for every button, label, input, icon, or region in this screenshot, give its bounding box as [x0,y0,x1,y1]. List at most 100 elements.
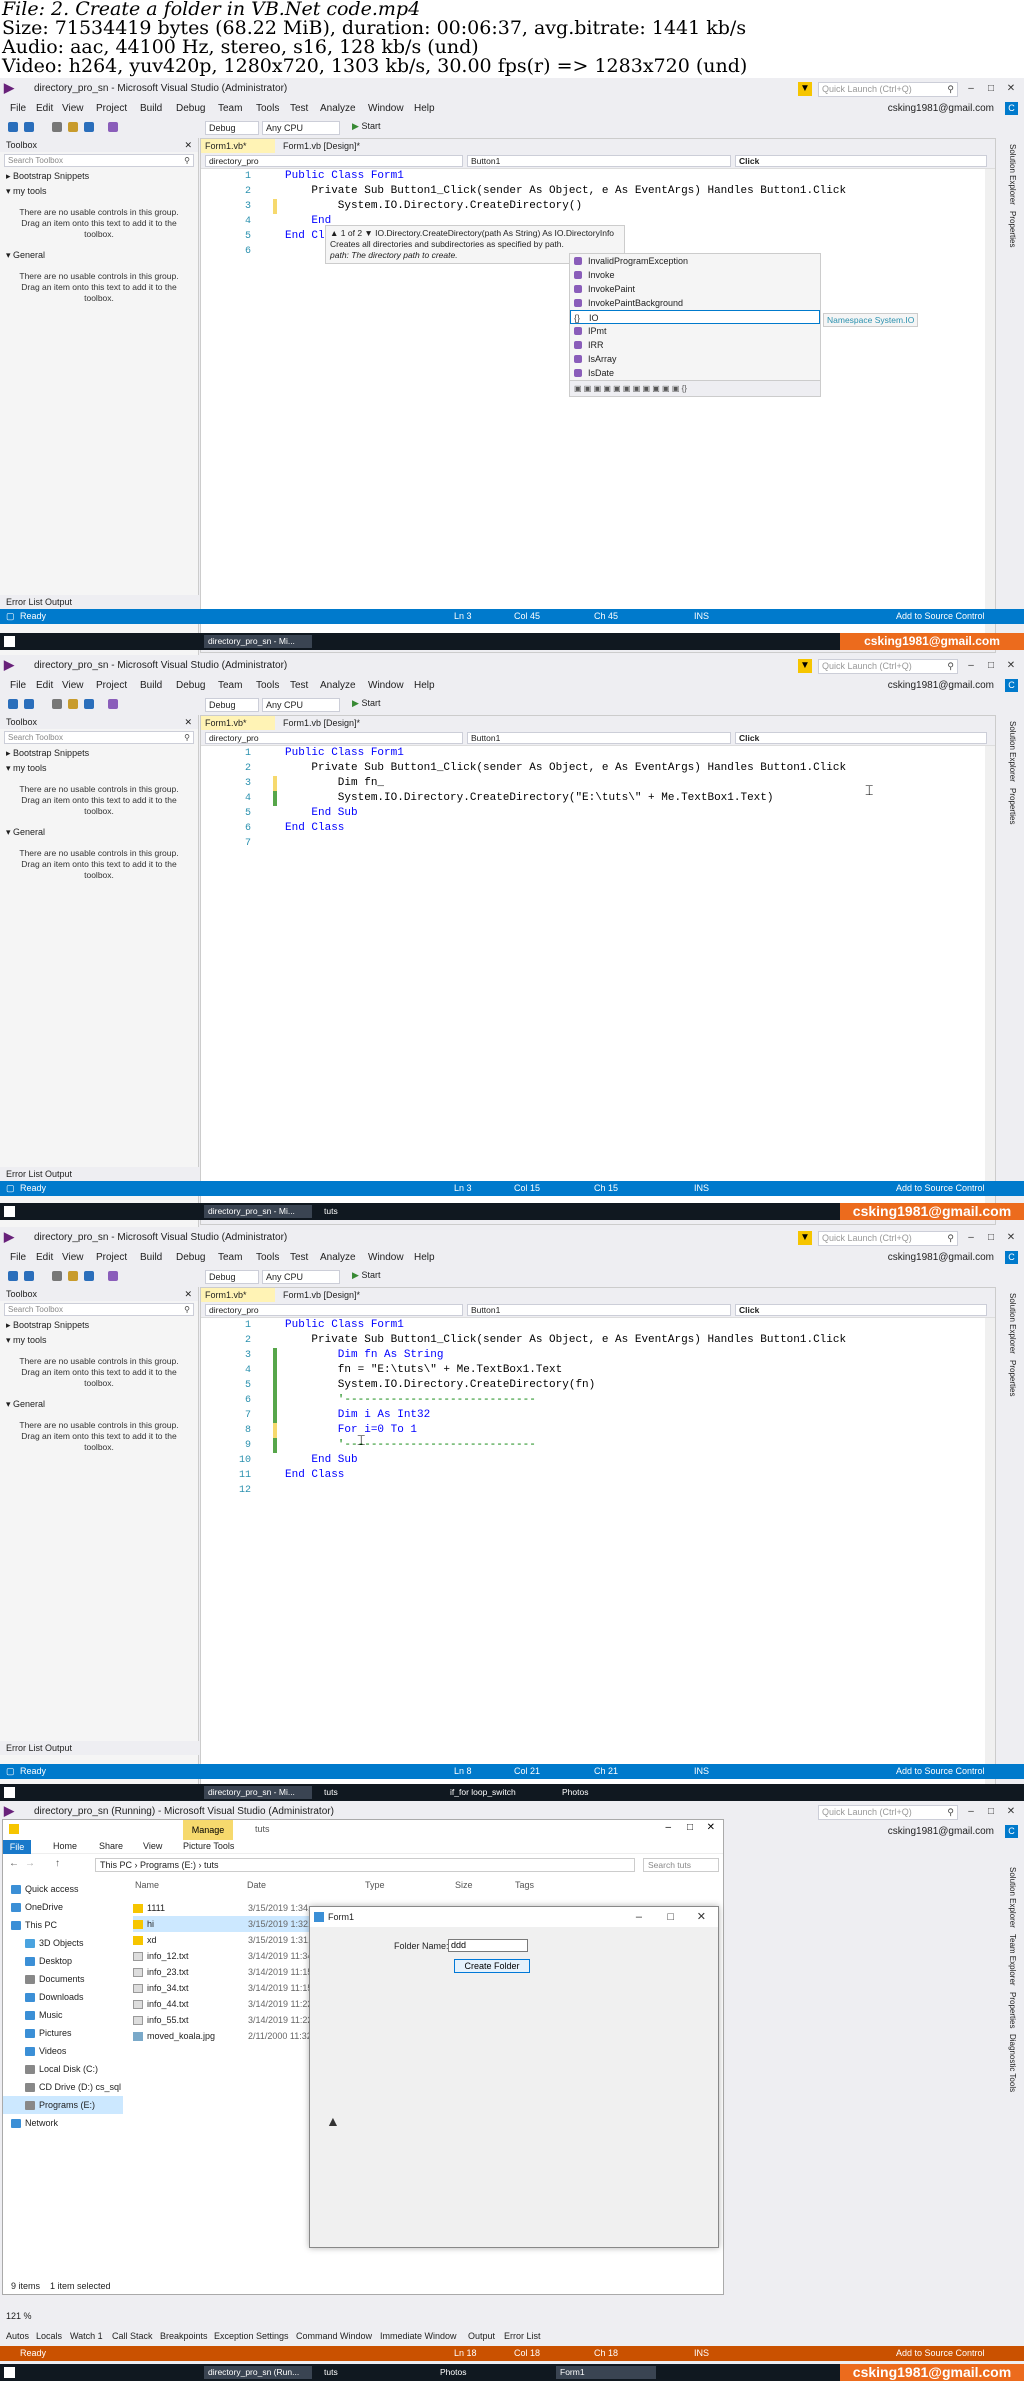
nav-quick-access[interactable]: Quick access [3,1880,123,1898]
account-name[interactable]: csking1981@gmail.com [888,1252,994,1263]
toolbox-search[interactable]: Search Toolbox ⚲ [4,1303,194,1316]
solution-explorer-tab[interactable]: Solution Explorer [1008,1293,1017,1354]
windows-start-icon[interactable] [4,1206,15,1217]
maximize-button[interactable]: □ [984,1805,998,1819]
menu-file[interactable]: File [10,680,26,691]
filter-icon[interactable]: ▼ [798,1231,812,1245]
quick-launch-input[interactable]: Quick Launch (Ctrl+Q) ⚲ [818,1230,958,1246]
solution-explorer-tab[interactable]: Solution Explorer [1008,144,1017,205]
quick-launch-input[interactable]: Quick Launch (Ctrl+Q) ⚲ [818,1804,958,1820]
minimize-button[interactable]: – [964,659,978,673]
nav-documents[interactable]: Documents [3,1970,123,1988]
nav-videos[interactable]: Videos [3,2042,123,2060]
menu-tools[interactable]: Tools [256,103,279,114]
tab-form1-vb[interactable]: Form1.vb* [201,139,275,153]
tab-form1-design[interactable]: Form1.vb [Design]* [279,139,389,153]
group-general[interactable]: ▾ General [0,825,198,840]
menu-window[interactable]: Window [368,1252,404,1263]
windows-start-icon[interactable] [4,636,15,647]
menu-view[interactable]: View [62,680,84,691]
source-control[interactable]: Add to Source Control [896,611,985,621]
menu-analyze[interactable]: Analyze [320,103,356,114]
search-input[interactable]: Search tuts [643,1858,719,1872]
tab-immediate-window[interactable]: Immediate Window [380,2329,457,2343]
group-general[interactable]: ▾ General [0,248,198,263]
properties-tab[interactable]: Properties [1008,788,1017,824]
menu-help[interactable]: Help [414,1252,435,1263]
menu-share[interactable]: Share [99,1841,123,1851]
forward-icon[interactable] [24,1271,34,1281]
filter-icon[interactable]: ▼ [798,659,812,673]
menu-debug[interactable]: Debug [176,103,205,114]
close-button[interactable]: ✕ [1004,1231,1018,1245]
tab-form1-design[interactable]: Form1.vb [Design]* [279,716,389,730]
menu-project[interactable]: Project [96,1252,127,1263]
vertical-scrollbar[interactable] [985,169,995,640]
source-control[interactable]: Add to Source Control [896,2348,985,2358]
toolbox-search[interactable]: Search Toolbox ⚲ [4,731,194,744]
create-folder-button[interactable]: Create Folder [454,1959,530,1973]
nav-onedrive[interactable]: OneDrive [3,1898,123,1916]
code-editor[interactable]: Form1.vb* Form1.vb [Design]* directory_p… [200,138,996,653]
menu-analyze[interactable]: Analyze [320,1252,356,1263]
avatar[interactable]: C [1005,102,1018,115]
manage-tab[interactable]: Manage [183,1820,233,1840]
maximize-button[interactable]: □ [984,82,998,96]
menu-help[interactable]: Help [414,680,435,691]
diagnostic-tools-tab[interactable]: Diagnostic Tools [1008,2034,1017,2092]
taskbar-photos[interactable]: Photos [558,1786,658,1799]
back-icon[interactable] [8,1271,18,1281]
menu-view[interactable]: View [143,1841,162,1851]
column-date[interactable]: Date [247,1880,266,1894]
menu-test[interactable]: Test [290,680,308,691]
project-dropdown[interactable]: directory_pro [205,1304,463,1316]
menu-debug[interactable]: Debug [176,1252,205,1263]
taskbar-iffor[interactable]: if_for loop_switch [446,1786,552,1799]
nav-downloads[interactable]: Downloads [3,1988,123,2006]
forward-icon[interactable] [24,699,34,709]
config-dropdown[interactable]: Debug [205,121,259,135]
tab-form1-vb[interactable]: Form1.vb* [201,1288,275,1302]
autocomplete-list[interactable]: InvalidProgramException Invoke InvokePai… [569,253,821,397]
file-menu-button[interactable]: File [3,1840,31,1854]
close-button[interactable]: ✕ [707,1822,715,1833]
menu-team[interactable]: Team [218,1252,242,1263]
group-bootstrap[interactable]: ▸ Bootstrap Snippets [0,169,198,184]
platform-dropdown[interactable]: Any CPU [262,1270,340,1284]
column-tags[interactable]: Tags [515,1880,534,1894]
back-icon[interactable]: ← [9,1858,19,1869]
maximize-button[interactable]: □ [984,1231,998,1245]
account-name[interactable]: csking1981@gmail.com [888,1826,994,1837]
new-project-icon[interactable] [52,699,62,709]
project-dropdown[interactable]: directory_pro [205,732,463,744]
column-type[interactable]: Type [365,1880,385,1894]
menu-build[interactable]: Build [140,103,162,114]
avatar[interactable]: C [1005,1251,1018,1264]
close-button[interactable]: ✕ [697,1907,706,1927]
properties-tab[interactable]: Properties [1008,1992,1017,2028]
menu-view[interactable]: View [62,1252,84,1263]
menu-team[interactable]: Team [218,680,242,691]
source-control[interactable]: Add to Source Control [896,1766,985,1776]
windows-start-icon[interactable] [4,2367,15,2378]
platform-dropdown[interactable]: Any CPU [262,698,340,712]
config-dropdown[interactable]: Debug [205,1270,259,1284]
account-name[interactable]: csking1981@gmail.com [888,680,994,691]
menu-edit[interactable]: Edit [36,680,53,691]
taskbar-tuts[interactable]: tuts [320,1786,430,1799]
list-item[interactable]: Invoke [570,268,820,282]
platform-dropdown[interactable]: Any CPU [262,121,340,135]
object-dropdown[interactable]: Button1 [467,1304,731,1316]
address-bar[interactable]: This PC › Programs (E:) › tuts [95,1858,635,1872]
column-size[interactable]: Size [455,1880,473,1894]
menu-edit[interactable]: Edit [36,1252,53,1263]
windows-start-icon[interactable] [4,1787,15,1798]
folder-name-input[interactable]: ddd [448,1939,528,1952]
list-item[interactable]: IRR [570,338,820,352]
list-item[interactable]: InvalidProgramException [570,254,820,268]
tab-output[interactable]: Output [468,2329,495,2343]
object-dropdown[interactable]: Button1 [467,155,731,167]
menu-team[interactable]: Team [218,103,242,114]
taskbar-photos[interactable]: Photos [436,2366,550,2379]
event-dropdown[interactable]: Click [735,155,987,167]
